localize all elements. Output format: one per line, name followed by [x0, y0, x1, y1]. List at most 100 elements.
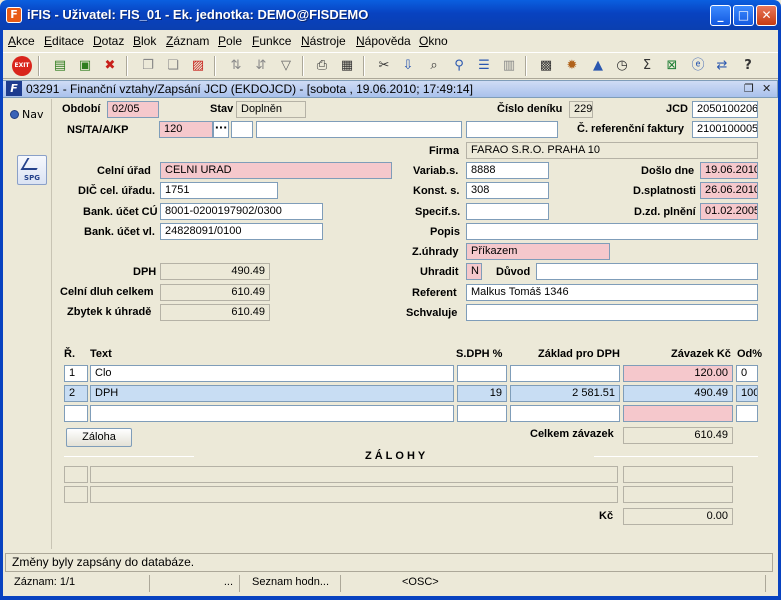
window-border-bottom — [0, 596, 781, 600]
celni-dluh-field: 610.49 — [160, 284, 270, 301]
sum-icon[interactable]: Σ — [637, 56, 657, 76]
exit-icon[interactable]: EXIT — [12, 56, 32, 76]
print-preview-icon[interactable]: ▦ — [337, 56, 357, 76]
row2-r[interactable]: 2 — [64, 385, 88, 402]
zaloha-button[interactable]: Záloha — [66, 428, 132, 447]
window-title: iFIS - Uživatel: FIS_01 - Ek. jednotka: … — [27, 7, 369, 22]
copy-icon[interactable]: ❐ — [138, 56, 158, 76]
variab-field[interactable]: 8888 — [466, 162, 549, 179]
clear-icon[interactable]: ▨ — [188, 56, 208, 76]
row3-zaklad[interactable] — [510, 405, 620, 422]
nav-radio[interactable] — [10, 110, 19, 119]
paste-icon[interactable]: ⇩ — [398, 56, 418, 76]
calculator-icon[interactable]: ▩ — [536, 56, 556, 76]
row2-zavazek[interactable]: 490.49 — [623, 385, 733, 402]
copy-record-icon[interactable]: ❏ — [163, 56, 183, 76]
menu-napoveda[interactable]: Nápověda — [356, 34, 411, 48]
zaloha-row1-text — [90, 466, 618, 483]
sort-asc-icon[interactable]: ⇅ — [226, 56, 246, 76]
menu-blok[interactable]: Blok — [133, 34, 156, 48]
save-icon[interactable]: ▣ — [75, 56, 95, 76]
col-header-zaklad: Základ pro DPH — [538, 348, 620, 360]
z-uhrady-field[interactable]: Příkazem — [466, 243, 610, 260]
d-zd-plneni-field[interactable]: 01.02.2005 — [700, 203, 758, 220]
ns-ta-field[interactable] — [231, 121, 253, 138]
close-button[interactable]: ✕ — [756, 5, 777, 26]
row3-od[interactable] — [736, 405, 758, 422]
cut-icon[interactable]: ✂ — [374, 56, 394, 76]
c-ref-faktury-label: Č. referenční faktury — [577, 123, 684, 135]
referent-field[interactable]: Malkus Tomáš 1346 — [466, 284, 758, 301]
filter-icon[interactable]: ▽ — [276, 56, 296, 76]
doslo-dne-field[interactable]: 19.06.2010 — [700, 162, 758, 179]
insert-record-icon[interactable]: ▤ — [50, 56, 70, 76]
row3-text[interactable] — [90, 405, 454, 422]
row1-od[interactable]: 0 — [736, 365, 758, 382]
help-icon[interactable]: ? — [738, 56, 758, 76]
menu-akce[interactable]: Akce — [8, 34, 35, 48]
popis-field[interactable] — [466, 223, 758, 240]
menu-nastroje[interactable]: Nástroje — [301, 34, 346, 48]
duvod-field[interactable] — [536, 263, 758, 280]
ns-kp-field[interactable] — [466, 121, 558, 138]
browser-icon[interactable]: ⓔ — [688, 56, 708, 76]
row2-text[interactable]: DPH — [90, 385, 454, 402]
bank-ucet-vl-field[interactable]: 24828091/0100 — [160, 223, 323, 240]
stav-field: Doplněn — [236, 101, 306, 118]
ns-field[interactable]: 120 — [159, 121, 213, 138]
uhradit-field[interactable]: N — [466, 263, 482, 280]
d-splatnosti-field[interactable]: 26.06.2010 — [700, 182, 758, 199]
row3-r[interactable] — [64, 405, 88, 422]
row2-sdph[interactable]: 19 — [457, 385, 507, 402]
zaloha-row2-text — [90, 486, 618, 503]
row2-zaklad[interactable]: 2 581.51 — [510, 385, 620, 402]
menu-funkce[interactable]: Funkce — [252, 34, 291, 48]
dic-label: DIČ cel. úřadu. — [78, 185, 156, 197]
find-icon[interactable]: ⚲ — [449, 56, 469, 76]
menu-pole[interactable]: Pole — [218, 34, 242, 48]
celni-urad-field[interactable]: CELNI URAD — [160, 162, 392, 179]
app-logo-icon: F — [6, 7, 22, 23]
obdobi-field[interactable]: 02/05 — [107, 101, 159, 118]
menu-editace[interactable]: Editace — [44, 34, 84, 48]
menu-dotaz[interactable]: Dotaz — [93, 34, 124, 48]
row2-od[interactable]: 100 — [736, 385, 758, 402]
dic-field[interactable]: 1751 — [160, 182, 278, 199]
restore-icon[interactable]: ❐ — [744, 82, 754, 95]
minimize-button[interactable]: _ — [710, 5, 731, 26]
bank-ucet-cu-field[interactable]: 8001-0200197902/0300 — [160, 203, 323, 220]
record-counter: Záznam: 1/1 — [8, 575, 150, 592]
maximize-button[interactable]: □ — [733, 5, 754, 26]
row1-zaklad[interactable] — [510, 365, 620, 382]
menu-zaznam[interactable]: Záznam — [166, 34, 209, 48]
col-header-text: Text — [90, 348, 112, 360]
settings-icon[interactable]: ✹ — [562, 56, 582, 76]
clock-icon[interactable]: ◷ — [612, 56, 632, 76]
ns-lookup-button[interactable]: ··· — [213, 121, 229, 138]
row1-sdph[interactable] — [457, 365, 507, 382]
search-icon[interactable]: ⌕ — [424, 56, 444, 76]
row1-zavazek[interactable]: 120.00 — [623, 365, 733, 382]
excel-icon[interactable]: ⊠ — [662, 56, 682, 76]
transfer-icon[interactable]: ⇄ — [712, 56, 732, 76]
toolbar-separator — [214, 56, 216, 76]
specif-field[interactable] — [466, 203, 549, 220]
row3-sdph[interactable] — [457, 405, 507, 422]
row1-r[interactable]: 1 — [64, 365, 88, 382]
list-icon[interactable]: ☰ — [474, 56, 494, 76]
close-form-icon[interactable]: ✕ — [762, 82, 771, 95]
ns-a-field[interactable] — [256, 121, 462, 138]
delete-record-icon[interactable]: ✖ — [100, 56, 120, 76]
row1-text[interactable]: Clo — [90, 365, 454, 382]
jcd-field[interactable]: 2050100206 — [692, 101, 758, 118]
c-ref-faktury-field[interactable]: 2100100005 — [692, 121, 758, 138]
print-icon[interactable]: ⎙ — [312, 56, 332, 76]
sort-desc-icon[interactable]: ⇵ — [251, 56, 271, 76]
columns-icon[interactable]: ▥ — [499, 56, 519, 76]
celkem-zavazek-label: Celkem závazek — [530, 428, 614, 440]
menu-okno[interactable]: Okno — [419, 34, 448, 48]
account-icon[interactable]: ▲ — [588, 56, 608, 76]
schvaluje-field[interactable] — [466, 304, 758, 321]
row3-zavazek[interactable] — [623, 405, 733, 422]
konst-field[interactable]: 308 — [466, 182, 549, 199]
